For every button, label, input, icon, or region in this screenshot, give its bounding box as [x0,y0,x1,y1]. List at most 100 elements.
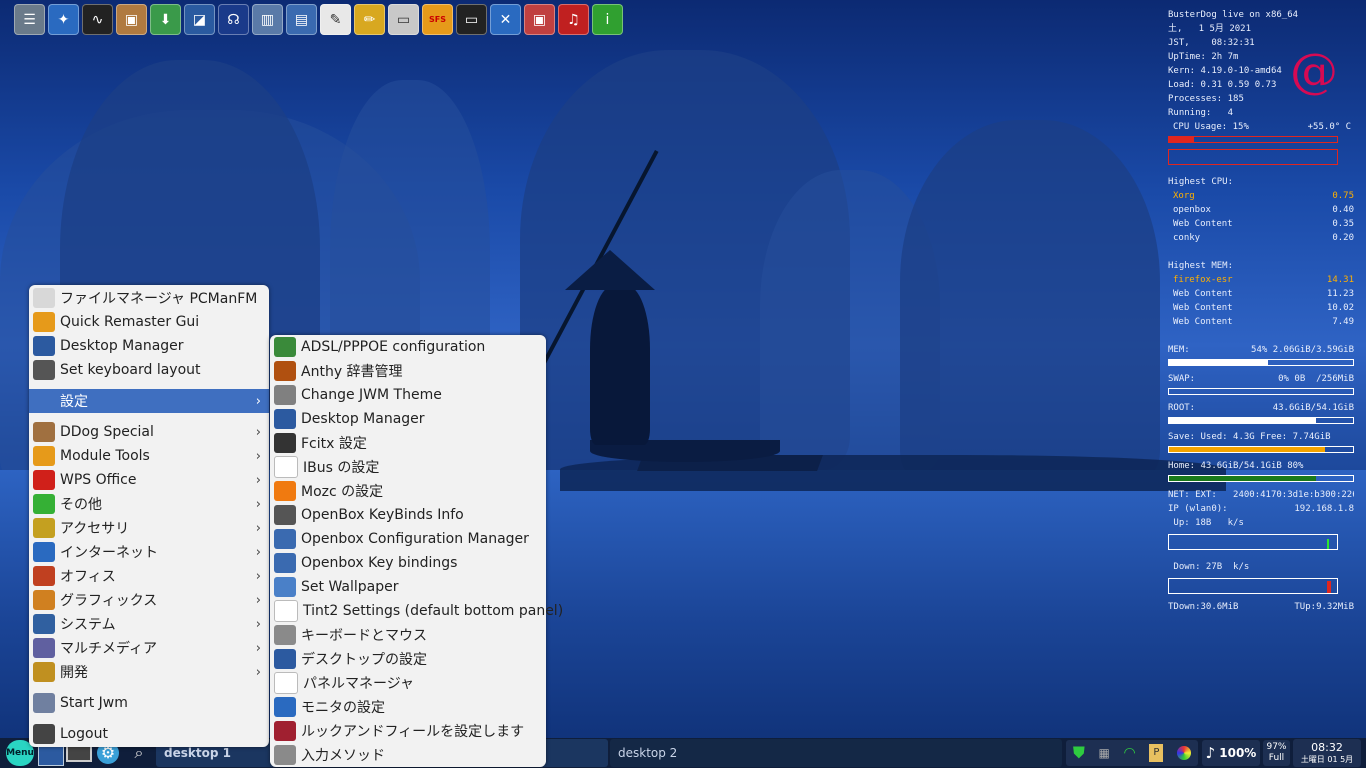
notepad-icon[interactable]: ✎ [320,4,351,35]
settings-submenu-item-label: デスクトップの設定 [301,652,427,668]
mem-bar [1168,359,1354,366]
highest-mem-process-name: Web Content [1173,303,1233,313]
highest-cpu-process-value: 0.40 [1332,205,1354,215]
highest-cpu-process-name: openbox [1173,205,1211,215]
media-player-icon[interactable]: ♫ [558,4,589,35]
highest-cpu-row: openbox 0.40 [1168,203,1354,217]
main-menu-item[interactable]: アクセサリ › [29,516,269,540]
anthy-icon [274,361,296,381]
desktop-icon[interactable]: ◪ [184,4,215,35]
main-menu-item[interactable]: Desktop Manager [29,334,269,358]
highest-mem-process-value: 14.31 [1326,275,1354,285]
settings-submenu-item-label: Anthy 辞書管理 [301,364,403,380]
wifi-icon[interactable]: ◠ [1124,745,1136,761]
settings-submenu-item[interactable]: デスクトップの設定 [270,647,546,671]
network-icon[interactable]: ✕ [490,4,521,35]
main-menu-item-label: WPS Office [60,472,137,488]
settings-submenu-item[interactable]: Set Wallpaper [270,575,546,599]
main-menu-item[interactable]: Start Jwm [29,691,269,715]
settings-submenu-item[interactable]: モニタの設定 [270,695,546,719]
main-menu-item[interactable]: DDog Special › [29,420,269,444]
highest-mem-row: Web Content 11.23 [1168,287,1354,301]
headphones-icon[interactable]: ☊ [218,4,249,35]
home-line: Home: 43.6GiB/54.1GiB 80% [1168,461,1304,471]
color-ball-icon[interactable] [1177,746,1192,760]
settings-submenu-item[interactable]: 入力メソッド [270,743,546,767]
main-menu-item[interactable]: マルチメディア › [29,636,269,660]
settings-submenu-item-label: OpenBox KeyBinds Info [301,507,464,523]
main-menu-item-label: その他 [60,497,102,513]
file-cabinet-icon[interactable]: ▭ [388,4,419,35]
compass-icon[interactable]: ✦ [48,4,79,35]
settings-submenu-item[interactable]: Openbox Key bindings [270,551,546,575]
settings-submenu-item[interactable]: キーボードとマウス [270,623,546,647]
save-bar [1168,446,1354,453]
settings-submenu-item[interactable]: IBus の設定 [270,455,546,479]
jwm-icon [33,693,55,713]
clock[interactable]: 08:32 土曜日 01 5月 [1293,739,1361,767]
system-tray: ⛊ ▦ ◠ P [1066,740,1198,766]
tie-icon [274,721,296,741]
mem-label: MEM: [1168,345,1190,355]
clipboard-icon[interactable]: P [1149,744,1164,762]
highest-mem-title: Highest MEM: [1168,261,1234,271]
settings-submenu-item[interactable]: OpenBox KeyBinds Info [270,503,546,527]
main-menu-item[interactable]: ファイルマネージャ PCManFM [29,286,269,310]
settings-submenu-item[interactable]: Tint2 Settings (default bottom panel) [270,599,563,623]
volume-control[interactable]: ♪ 100% [1202,740,1260,766]
main-menu-item[interactable]: WPS Office › [29,468,269,492]
keyboard-icon [274,505,296,525]
highest-mem-row: Web Content 7.49 [1168,315,1354,329]
penguin-icon [274,433,296,453]
sfs-icon[interactable]: SFS [422,4,453,35]
main-menu-item[interactable]: Set keyboard layout [29,358,269,382]
terminal-icon[interactable]: ▭ [456,4,487,35]
main-menu-item[interactable]: グラフィックス › [29,588,269,612]
package-manager-icon[interactable]: ▣ [524,4,555,35]
highest-mem-process-name: firefox-esr [1173,275,1233,285]
image-viewer-icon[interactable]: ▤ [286,4,317,35]
main-menu-item[interactable]: Quick Remaster Gui [29,310,269,334]
main-menu-item-label: DDog Special [60,424,154,440]
pencils-icon[interactable]: ✏ [354,4,385,35]
main-menu-item[interactable]: その他 › [29,492,269,516]
tools-icon [33,391,55,411]
settings-submenu-item[interactable]: ADSL/PPPOE configuration [270,335,546,359]
highest-cpu-process-value: 0.75 [1332,191,1354,201]
clock-date: 土曜日 01 5月 [1300,755,1354,764]
highest-cpu-process-name: conky [1173,233,1201,243]
settings-submenu-item[interactable]: Change JWM Theme [270,383,546,407]
settings-submenu-item[interactable]: Desktop Manager [270,407,546,431]
settings-submenu-item[interactable]: Openbox Configuration Manager [270,527,546,551]
wallpaper-icon [274,577,296,597]
main-menu-item-label: インターネット [60,545,158,561]
battery-indicator[interactable]: 97% Full [1263,740,1290,766]
equalizer-icon[interactable]: ▥ [252,4,283,35]
main-menu-item[interactable]: 設定 › [29,389,269,413]
settings-submenu-item[interactable]: ルックアンドフィールを設定します [270,719,546,743]
main-menu-item[interactable]: インターネット › [29,540,269,564]
highest-mem-process-value: 10.02 [1326,303,1354,313]
package-icon[interactable]: ▣ [116,4,147,35]
main-menu-item[interactable]: システム › [29,612,269,636]
main-menu-item[interactable]: Module Tools › [29,444,269,468]
main-menu-item[interactable]: オフィス › [29,564,269,588]
keyboard-mouse-icon [274,625,296,645]
openbox-keys-icon [274,553,296,573]
info-icon[interactable]: i [592,4,623,35]
settings-submenu-item[interactable]: Mozc の設定 [270,479,546,503]
settings-submenu-item[interactable]: Fcitx 設定 [270,431,546,455]
highest-mem-process-name: Web Content [1173,289,1233,299]
main-menu-item[interactable]: Logout [29,722,269,746]
desktop-2-tab[interactable]: desktop 2 [610,739,1062,767]
shield-icon[interactable]: ⛊ [1073,743,1085,763]
download-icon[interactable]: ⬇ [150,4,181,35]
mixer-icon[interactable]: ☰ [14,4,45,35]
cpu-usage-bar [1168,136,1338,143]
keyboard-icon[interactable]: ▦ [1099,746,1110,760]
settings-submenu-item[interactable]: パネルマネージャ [270,671,546,695]
desktop-icon [274,649,296,669]
system-monitor-icon[interactable]: ∿ [82,4,113,35]
main-menu-item[interactable]: 開発 › [29,660,269,684]
settings-submenu-item[interactable]: Anthy 辞書管理 [270,359,546,383]
